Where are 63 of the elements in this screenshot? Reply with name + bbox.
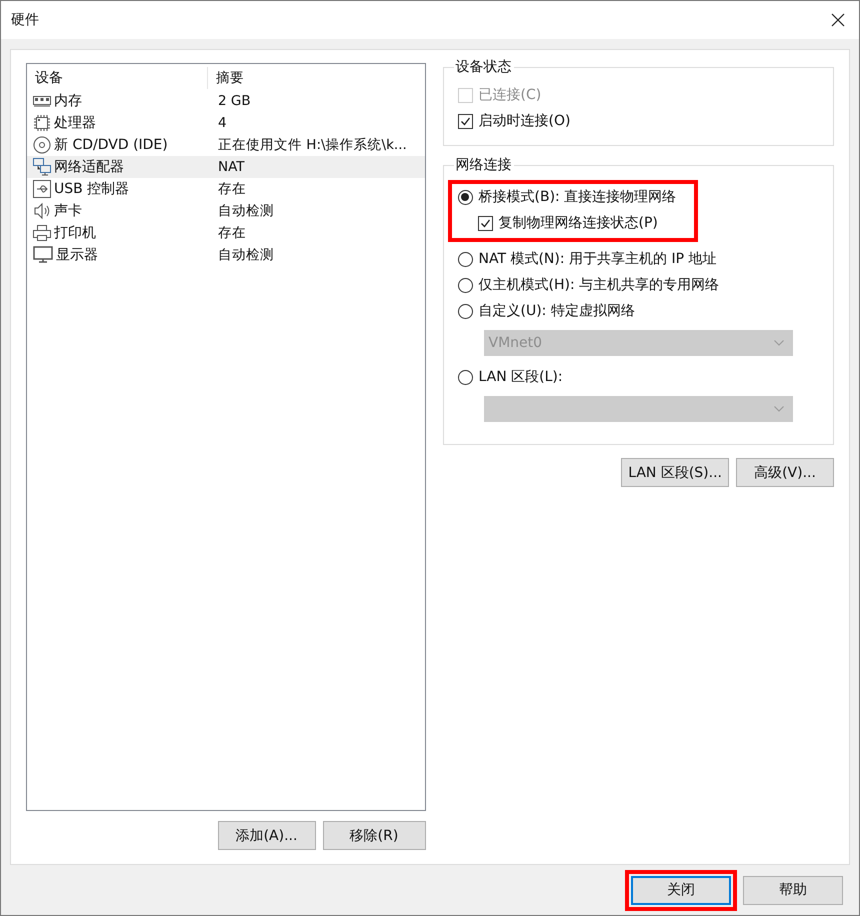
column-header[interactable]: 摘要 <box>207 67 424 89</box>
device-name: 显示器 <box>56 246 98 264</box>
radio-label: 自定义(U): 特定虚拟网络 <box>478 302 635 320</box>
device-summary: 存在 <box>217 180 246 198</box>
device-name: 打印机 <box>54 224 96 242</box>
check-icon <box>460 116 470 126</box>
device-row[interactable]: 打印机 存在 <box>27 222 424 244</box>
chevron-icon <box>774 406 784 412</box>
device-summary: 自动检测 <box>217 246 274 264</box>
device-row[interactable]: 网络适配器 NAT <box>27 156 424 178</box>
checkbox-label: 复制物理网络连接状态(P) <box>498 214 658 232</box>
list-button[interactable]: 移除(R) <box>322 821 426 850</box>
list-button[interactable]: 添加(A)... <box>218 821 316 850</box>
radio-label: LAN 区段(L): <box>478 368 563 386</box>
device-row[interactable]: USB 控制器 存在 <box>27 178 424 200</box>
device-summary: 存在 <box>217 224 246 242</box>
checkbox[interactable] <box>458 114 472 128</box>
device-name: USB 控制器 <box>54 180 130 198</box>
check-icon <box>480 218 490 228</box>
chip-icon <box>33 114 51 132</box>
radio-button[interactable] <box>458 304 472 318</box>
radio-button[interactable] <box>458 278 472 292</box>
dialog-button[interactable]: 帮助 <box>743 876 843 904</box>
speaker-icon <box>33 202 51 220</box>
column-header[interactable]: 设备 <box>27 69 207 87</box>
network-icon <box>33 158 51 176</box>
device-row[interactable]: 处理器 4 <box>27 112 424 134</box>
checkbox-label: 已连接(C) <box>478 86 542 104</box>
radio-label: 仅主机模式(H): 与主机共享的专用网络 <box>478 276 720 294</box>
network-button[interactable]: LAN 区段(S)... <box>621 458 729 487</box>
group-title: 网络连接 <box>454 156 512 174</box>
device-summary: 2 GB <box>217 93 251 109</box>
network-button[interactable]: 高级(V)... <box>736 458 834 487</box>
device-row[interactable]: 内存 2 GB <box>27 90 424 112</box>
group-title: 设备状态 <box>454 58 512 76</box>
radio-button[interactable] <box>458 190 472 204</box>
chevron-icon <box>774 340 784 346</box>
device-summary: 正在使用文件 H:\操作系统\k... <box>217 136 407 154</box>
monitor-icon <box>33 246 53 264</box>
device-name: 内存 <box>54 92 82 110</box>
memory-icon <box>33 94 51 108</box>
device-summary: NAT <box>217 159 245 175</box>
checkbox-label: 启动时连接(O) <box>478 112 570 130</box>
disc-icon <box>33 136 51 154</box>
usb-icon <box>33 180 51 198</box>
window-title: 硬件 <box>11 11 39 29</box>
printer-icon <box>33 224 51 242</box>
device-name: 声卡 <box>54 202 82 220</box>
device-name: 网络适配器 <box>54 158 124 176</box>
device-summary: 4 <box>217 115 227 131</box>
device-row[interactable]: 显示器 自动检测 <box>27 244 424 266</box>
dialog-button[interactable]: 关闭 <box>631 876 731 904</box>
radio-button[interactable] <box>458 370 472 384</box>
device-name: 处理器 <box>54 114 96 132</box>
device-row[interactable]: 新 CD/DVD (IDE) 正在使用文件 H:\操作系统\k... <box>27 134 424 156</box>
device-row[interactable]: 声卡 自动检测 <box>27 200 424 222</box>
radio-button[interactable] <box>458 252 472 266</box>
radio-label: NAT 模式(N): 用于共享主机的 IP 地址 <box>478 250 716 268</box>
checkbox[interactable] <box>478 216 492 230</box>
device-summary: 自动检测 <box>217 202 274 220</box>
device-name: 新 CD/DVD (IDE) <box>54 136 168 154</box>
radio-label: 桥接模式(B): 直接连接物理网络 <box>478 188 676 206</box>
close-icon[interactable] <box>831 13 845 27</box>
